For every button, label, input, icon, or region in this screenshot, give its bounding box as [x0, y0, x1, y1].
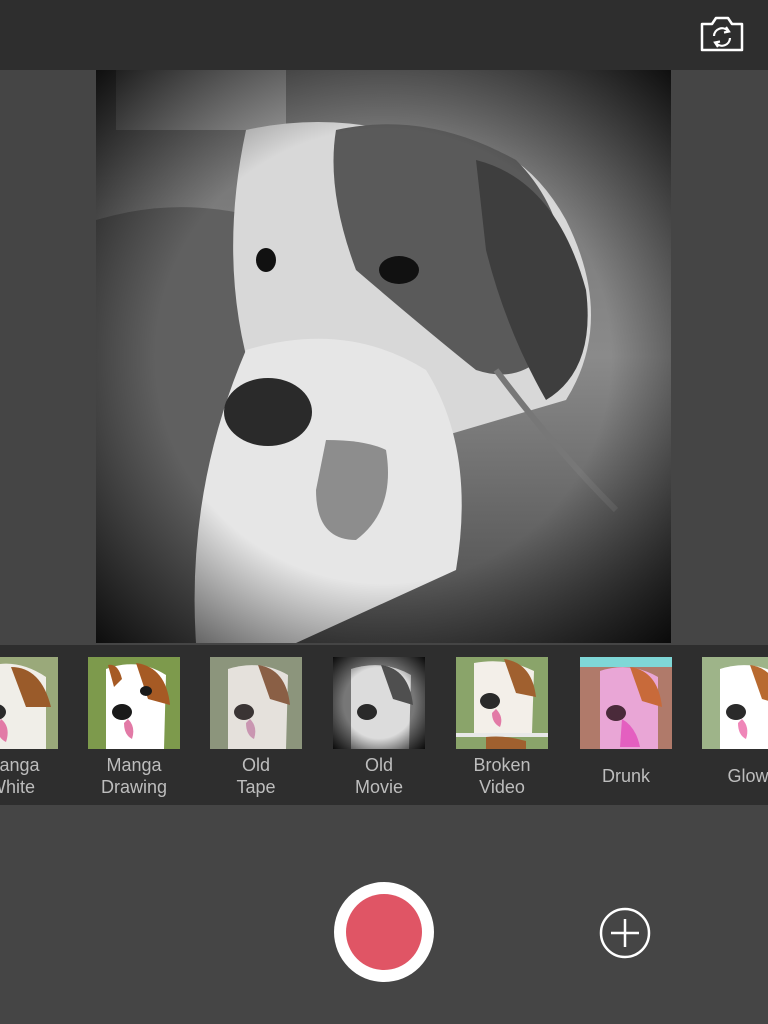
filter-label: Manga White: [0, 755, 40, 797]
filter-label: Glow: [727, 766, 768, 786]
filter-thumbnail: [88, 657, 180, 749]
filter-label: Manga Drawing: [100, 755, 168, 797]
filter-thumbnail: [702, 657, 768, 749]
filter-old-tape[interactable]: Old Tape: [210, 657, 302, 798]
filter-glow[interactable]: Glow: [702, 657, 768, 787]
filter-drunk[interactable]: Drunk: [580, 657, 672, 787]
filter-label: Broken Video: [473, 755, 531, 797]
filter-thumbnail: [333, 657, 425, 749]
filter-thumbnail: [456, 657, 548, 749]
record-icon: [346, 894, 422, 970]
camera-switch-icon: [700, 16, 744, 52]
plus-circle-icon: [599, 907, 651, 959]
top-bar: [0, 0, 768, 70]
filter-old-movie[interactable]: Old Movie: [333, 657, 425, 798]
camera-preview[interactable]: [96, 70, 671, 643]
filter-broken-video[interactable]: Broken Video: [456, 657, 548, 798]
filter-manga-white[interactable]: Manga White: [0, 657, 58, 798]
filter-thumbnail: [210, 657, 302, 749]
dog-photo: [96, 70, 671, 643]
add-button[interactable]: [598, 906, 652, 960]
filter-label: Drunk: [601, 766, 650, 786]
filter-manga-drawing[interactable]: Manga Drawing: [88, 657, 180, 798]
switch-camera-button[interactable]: [698, 14, 746, 54]
filter-thumbnail: [580, 657, 672, 749]
filter-thumbnail: [0, 657, 58, 749]
filter-label: Old Tape: [236, 755, 276, 797]
filter-label: Old Movie: [354, 755, 403, 797]
filter-strip[interactable]: Manga White Manga Drawing: [0, 645, 768, 805]
record-button[interactable]: [334, 882, 434, 982]
